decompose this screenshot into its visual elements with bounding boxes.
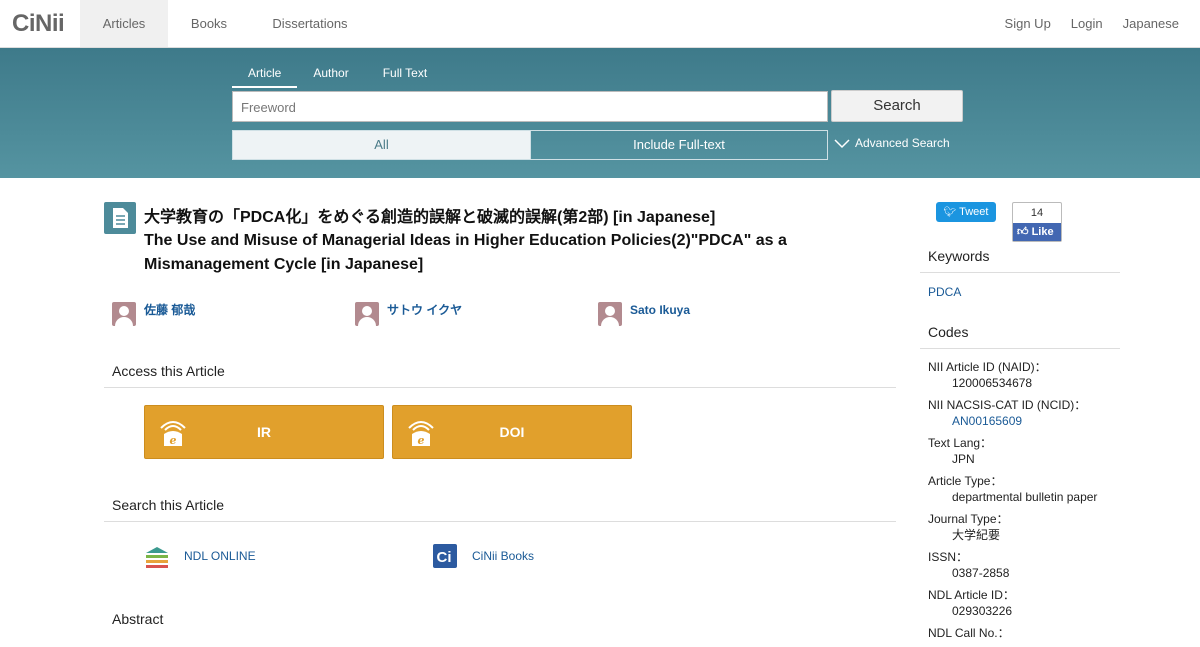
code-label: Journal Type： xyxy=(928,512,1009,526)
search-tab-author[interactable]: Author xyxy=(313,66,348,88)
ir-button[interactable]: e IR xyxy=(144,405,384,459)
avatar-icon xyxy=(355,302,379,326)
cinii-logo[interactable]: CiNii xyxy=(12,10,65,38)
codes-list: NII Article ID (NAID)： 120006534678 NII … xyxy=(928,359,1120,647)
facebook-like-widget[interactable]: 14 👍︎ Like xyxy=(1012,202,1062,242)
ir-label: IR xyxy=(257,424,271,440)
tweet-label: Tweet xyxy=(959,206,989,218)
code-item: Article Type： departmental bulletin pape… xyxy=(928,473,1120,505)
search-tabs: Article Author Full Text xyxy=(232,66,461,88)
ncid-link[interactable]: AN00165609 xyxy=(928,413,1120,429)
tab-books[interactable]: Books xyxy=(168,0,250,47)
ndl-online-link[interactable]: NDL ONLINE xyxy=(144,543,256,569)
code-item: NII NACSIS-CAT ID (NCID)： AN00165609 xyxy=(928,397,1120,429)
svg-text:e: e xyxy=(418,434,425,447)
scope-fulltext-option[interactable]: Include Full-text xyxy=(530,131,827,159)
code-value: 120006534678 xyxy=(952,376,1033,390)
twitter-icon: 🐦︎ xyxy=(943,207,957,218)
author-link[interactable]: 佐藤 郁哉 xyxy=(144,302,195,318)
like-count: 14 xyxy=(1030,207,1044,219)
access-heading: Access this Article xyxy=(104,363,896,388)
document-icon xyxy=(104,202,136,234)
advanced-search-label: Advanced Search xyxy=(855,136,950,150)
avatar-icon xyxy=(112,302,136,326)
search-band: Article Author Full Text Freeword Search… xyxy=(0,48,1200,178)
doi-label: DOI xyxy=(499,424,525,440)
search-tab-article[interactable]: Article xyxy=(232,66,298,88)
repository-icon: e xyxy=(408,421,434,447)
article-title-en: The Use and Misuse of Managerial Ideas i… xyxy=(144,232,787,273)
cinii-books-link[interactable]: Ci CiNii Books xyxy=(432,543,534,569)
abstract-heading: Abstract xyxy=(112,611,164,627)
svg-text:Ci: Ci xyxy=(437,549,452,566)
tab-dissertations[interactable]: Dissertations xyxy=(250,0,370,47)
code-item: Journal Type： 大学紀要 xyxy=(928,511,1120,543)
author-item: Sato Ikuya xyxy=(598,302,690,326)
login-link[interactable]: Login xyxy=(1061,0,1113,47)
code-label: NII Article ID (NAID)： xyxy=(928,360,1047,374)
code-label: Article Type： xyxy=(928,474,1003,488)
scope-all-option[interactable]: All xyxy=(233,131,530,159)
repository-icon: e xyxy=(160,421,186,447)
author-link[interactable]: Sato Ikuya xyxy=(630,302,690,318)
like-button[interactable]: 👍︎ Like xyxy=(1013,223,1061,241)
code-item: NDL Article ID： 029303226 xyxy=(928,587,1120,619)
code-label: ISSN： xyxy=(928,550,969,564)
code-item: NDL Call No.： xyxy=(928,625,1120,641)
code-item: NII Article ID (NAID)： 120006534678 xyxy=(928,359,1120,391)
account-links: Sign Up Login Japanese xyxy=(995,0,1200,47)
like-label: Like xyxy=(1031,226,1054,238)
search-article-heading: Search this Article xyxy=(104,497,896,522)
code-label: Text Lang： xyxy=(928,436,993,450)
article-title-ja: 大学教育の「PDCA化」をめぐる創造的誤解と破滅的誤解(第2部) [in Jap… xyxy=(144,209,716,226)
code-label: NDL Call No.： xyxy=(928,626,1010,640)
doi-button[interactable]: e DOI xyxy=(392,405,632,459)
logo-text: CiNii xyxy=(12,10,65,37)
sign-up-link[interactable]: Sign Up xyxy=(995,0,1061,47)
code-item: ISSN： 0387-2858 xyxy=(928,549,1120,581)
code-value: JPN xyxy=(952,452,975,466)
code-value: 大学紀要 xyxy=(952,528,1001,542)
keywords-heading: Keywords xyxy=(920,248,1120,273)
code-value: 029303226 xyxy=(952,604,1013,618)
chevron-down-icon xyxy=(834,139,850,149)
cinii-books-icon: Ci xyxy=(433,544,457,568)
tab-articles[interactable]: Articles xyxy=(80,0,168,47)
top-nav: CiNii Articles Books Dissertations Sign … xyxy=(0,0,1200,48)
keyword-link[interactable]: PDCA xyxy=(928,285,961,299)
nav-tabs: Articles Books Dissertations xyxy=(80,0,370,47)
tweet-button[interactable]: 🐦︎ Tweet xyxy=(936,202,996,222)
language-link[interactable]: Japanese xyxy=(1113,0,1200,47)
scope-toggle: All Include Full-text xyxy=(232,130,828,160)
search-button[interactable]: Search xyxy=(831,90,963,122)
advanced-search-link[interactable]: Advanced Search xyxy=(834,136,950,150)
code-value: departmental bulletin paper xyxy=(952,490,1098,504)
thumbs-up-icon: 👍︎ xyxy=(1017,226,1029,238)
author-item: 佐藤 郁哉 xyxy=(112,302,195,326)
author-item: サトウ イクヤ xyxy=(355,302,462,326)
cinii-books-label: CiNii Books xyxy=(472,549,535,563)
ndl-online-label: NDL ONLINE xyxy=(184,549,256,563)
code-value: 0387-2858 xyxy=(952,566,1010,580)
code-item: Text Lang： JPN xyxy=(928,435,1120,467)
search-tab-fulltext[interactable]: Full Text xyxy=(383,66,427,88)
search-input[interactable]: Freeword xyxy=(232,91,828,122)
code-label: NDL Article ID： xyxy=(928,588,1015,602)
code-label: NII NACSIS-CAT ID (NCID)： xyxy=(928,398,1087,412)
svg-text:e: e xyxy=(170,434,177,447)
ndl-icon xyxy=(146,547,168,568)
codes-heading: Codes xyxy=(920,324,1120,349)
avatar-icon xyxy=(598,302,622,326)
author-link[interactable]: サトウ イクヤ xyxy=(387,302,462,318)
